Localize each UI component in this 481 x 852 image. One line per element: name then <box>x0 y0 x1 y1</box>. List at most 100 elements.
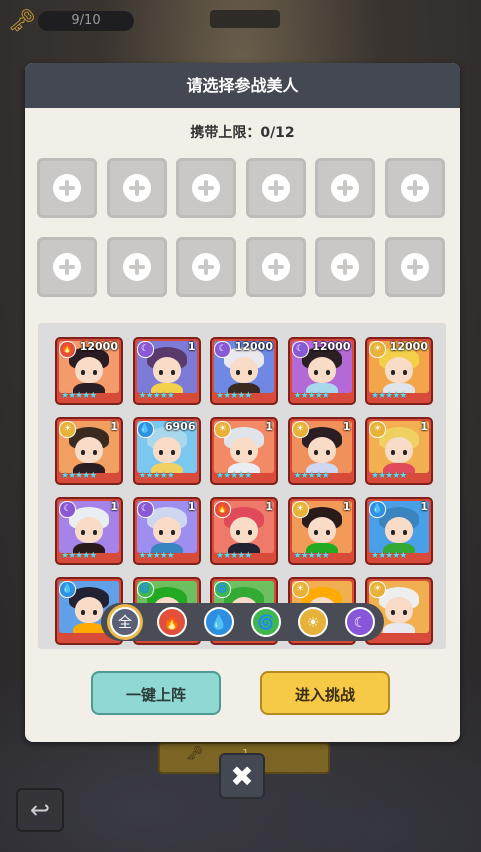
hero-eye <box>81 610 85 615</box>
one-click-deploy-button[interactable]: 一键上阵 <box>91 671 221 715</box>
hero-roster[interactable]: 🔥 12000 ★★★★★ ☾ 1 ★★★★★ ☾ 12000 ★★★★★ ☾ 12000 ★★★★★… <box>38 323 446 649</box>
hero-eye <box>391 530 395 535</box>
hero-power: 1 <box>420 420 428 433</box>
hero-face <box>385 517 413 543</box>
hero-card[interactable]: 🔥 1 ★★★★★ <box>210 497 278 565</box>
empty-team-slot[interactable] <box>106 158 167 218</box>
hero-card[interactable]: ☀ 1 ★★★★★ <box>55 417 123 485</box>
empty-team-slot[interactable] <box>106 237 167 297</box>
hero-stars: ★★★★★ <box>216 471 252 481</box>
hero-eye <box>158 530 163 535</box>
moon-element-icon: ☾ <box>291 341 309 358</box>
empty-team-slot[interactable] <box>384 237 445 297</box>
hero-stars: ★★★★★ <box>138 471 175 481</box>
dialog-title: 请选择参战美人 <box>186 76 299 95</box>
sun-element-icon: ☀ <box>291 501 309 518</box>
hero-card[interactable]: ☀ 12000 ★★★★★ <box>365 337 433 405</box>
empty-team-slot[interactable] <box>245 158 306 218</box>
filter-fire-button[interactable]: 🔥 <box>157 607 187 637</box>
hero-eye <box>325 370 330 375</box>
hero-card[interactable]: ☾ 12000 ★★★★★ <box>210 337 278 405</box>
filter-moon-button[interactable]: ☾ <box>345 607 375 637</box>
key-icon: 🗝 <box>8 9 36 34</box>
hero-card[interactable]: 💧 6906 ★★★★★ <box>132 417 201 485</box>
sun-element-icon: ☀ <box>291 421 309 438</box>
back-button[interactable]: ↩ <box>16 788 64 832</box>
hero-face <box>152 437 181 463</box>
sun-element-icon: ☀ <box>59 421 76 438</box>
wind-element-icon: 🌀 <box>214 581 231 598</box>
hero-power: 1 <box>110 500 118 513</box>
filter-all-button[interactable]: 全 <box>110 607 140 637</box>
close-button[interactable]: ✖ <box>219 753 265 799</box>
hero-stars: ★★★★★ <box>138 551 175 561</box>
hero-stars: ★★★★★ <box>293 471 330 481</box>
sun-element-icon: ☀ <box>291 581 309 598</box>
empty-team-slot[interactable] <box>176 237 236 297</box>
hero-eye <box>248 370 252 375</box>
hero-card[interactable]: ☾ 1 ★★★★★ <box>55 497 123 565</box>
empty-team-slot[interactable] <box>245 237 306 297</box>
water-element-icon: 💧 <box>59 581 76 598</box>
hero-card[interactable]: 💧 1 ★★★★★ <box>365 497 433 565</box>
plus-icon <box>331 174 359 202</box>
wind-element-icon: 🌀 <box>136 581 154 598</box>
hero-power: 6906 <box>164 420 196 433</box>
hero-eye <box>236 530 240 535</box>
hero-eye <box>403 450 407 455</box>
hero-face <box>307 357 336 383</box>
empty-team-slot[interactable] <box>315 237 375 297</box>
hero-power: 12000 <box>312 340 351 353</box>
plus-icon <box>261 174 290 202</box>
hero-eye <box>93 450 97 455</box>
tower-banner <box>210 10 280 28</box>
filter-wind-button[interactable]: 🌀 <box>251 607 281 637</box>
moon-element-icon: ☾ <box>59 501 76 518</box>
hero-stars: ★★★★★ <box>138 391 175 401</box>
hero-card[interactable]: ☾ 12000 ★★★★★ <box>287 337 356 405</box>
hero-eye <box>170 530 175 535</box>
hero-card[interactable]: ☀ 1 ★★★★★ <box>365 417 433 485</box>
hero-card[interactable]: 🔥 12000 ★★★★★ <box>55 337 123 405</box>
hero-face <box>230 357 258 383</box>
hero-eye <box>93 610 97 615</box>
moon-element-icon: ☾ <box>136 501 154 518</box>
plus-icon <box>400 253 429 281</box>
hero-face <box>307 517 336 543</box>
hero-card[interactable]: ☾ 1 ★★★★★ <box>132 497 201 565</box>
key-counter: 🗝 9/10 <box>8 8 134 34</box>
hero-body <box>383 623 415 633</box>
hero-eye <box>325 530 330 535</box>
hero-stars: ★★★★★ <box>216 551 252 561</box>
enter-challenge-button[interactable]: 进入挑战 <box>260 671 390 715</box>
hero-card[interactable]: ☀ 1 ★★★★★ <box>210 417 278 485</box>
hero-face <box>307 437 336 463</box>
empty-team-slot[interactable] <box>176 158 236 218</box>
empty-team-slot[interactable] <box>384 158 445 218</box>
empty-team-slot[interactable] <box>37 237 97 297</box>
carry-limit-label: 携带上限：0/12 <box>190 125 295 141</box>
filter-water-button[interactable]: 💧 <box>204 607 234 637</box>
filter-sun-button[interactable]: ☀ <box>298 607 328 637</box>
hero-card[interactable]: ☀ 1 ★★★★★ <box>287 497 356 565</box>
hero-face <box>152 357 181 383</box>
hero-eye <box>313 450 318 455</box>
hero-eye <box>403 610 407 615</box>
hero-eye <box>248 450 252 455</box>
hero-face <box>230 437 258 463</box>
empty-team-slot[interactable] <box>315 158 375 218</box>
hero-eye <box>158 370 163 375</box>
hero-stars: ★★★★★ <box>371 551 407 561</box>
hero-power: 1 <box>187 500 196 513</box>
hero-card[interactable]: ☾ 1 ★★★★★ <box>132 337 201 405</box>
hero-face <box>75 357 103 383</box>
empty-team-slot[interactable] <box>37 158 97 218</box>
hero-card[interactable]: ☀ 1 ★★★★★ <box>287 417 356 485</box>
hero-power: 1 <box>342 420 351 433</box>
plus-icon <box>261 253 290 281</box>
hero-eye <box>81 370 85 375</box>
plus-icon <box>331 253 359 281</box>
hero-eye <box>170 450 175 455</box>
fire-element-icon: 🔥 <box>59 341 76 358</box>
hero-stars: ★★★★★ <box>61 471 97 481</box>
